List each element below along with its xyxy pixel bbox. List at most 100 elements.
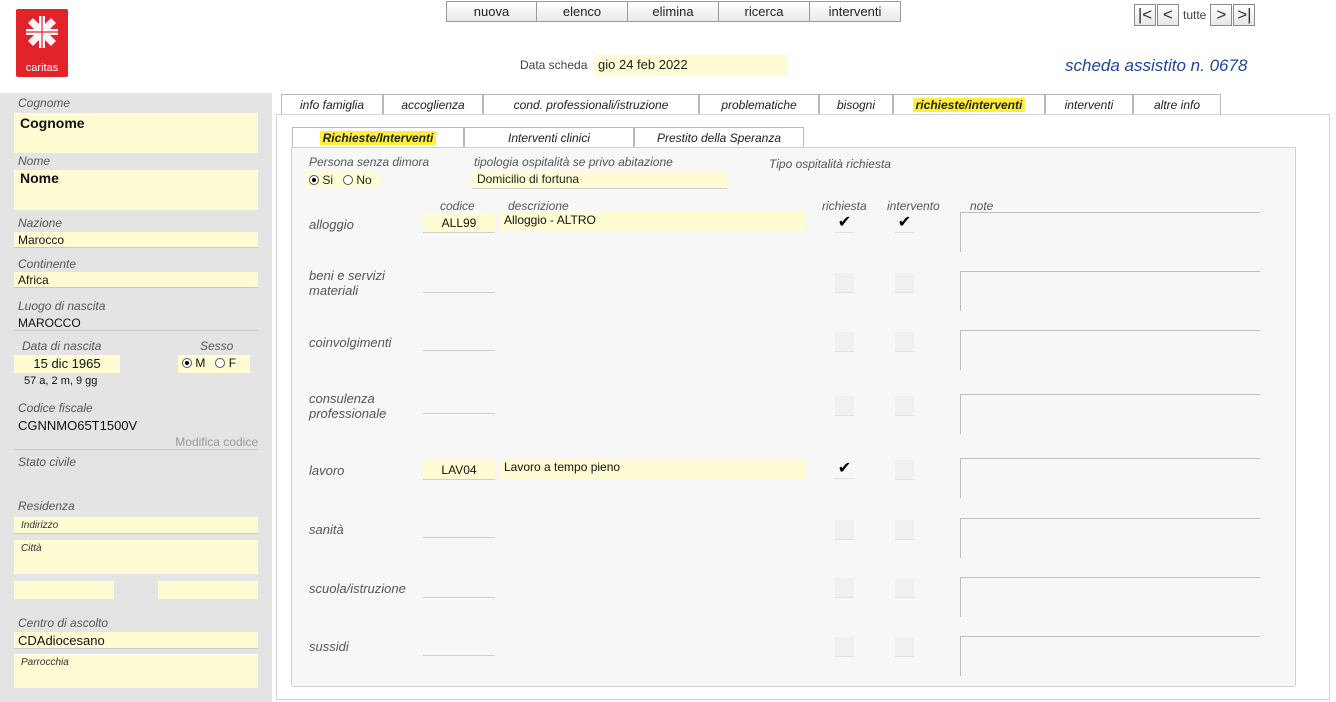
senza-dimora-no-radio[interactable] — [343, 175, 354, 185]
prev-record-button[interactable]: < — [1157, 4, 1179, 26]
ricerca-button[interactable]: ricerca — [719, 1, 810, 22]
caritas-cross-icon — [26, 16, 58, 48]
note-scuola-field[interactable] — [960, 577, 1260, 617]
subtab-interventi-clinici[interactable]: Interventi clinici — [464, 127, 634, 148]
nav-label: tutte — [1183, 8, 1207, 22]
senza-dimora-si-radio[interactable] — [309, 175, 319, 185]
eta-value: 57 a, 2 m, 9 gg — [24, 375, 98, 387]
caritas-logo: caritas — [16, 9, 68, 77]
centro-ascolto-label: Centro di ascolto — [18, 616, 109, 630]
codice-scuola-field[interactable] — [423, 578, 495, 598]
richiesta-beni-checkbox[interactable] — [835, 273, 854, 293]
nuova-button[interactable]: nuova — [446, 1, 537, 22]
codice-lavoro-field[interactable]: LAV04 — [423, 460, 495, 480]
tab-bisogni[interactable]: bisogni — [819, 94, 893, 115]
note-sussidi-field[interactable] — [960, 636, 1260, 676]
row-label-sussidi: sussidi — [309, 639, 349, 654]
codice-sanita-field[interactable] — [423, 518, 495, 538]
parrocchia-field[interactable]: Parrocchia — [14, 654, 258, 688]
codice-consulenza-field[interactable] — [423, 394, 495, 414]
provincia-field[interactable] — [158, 581, 258, 599]
intervento-scuola-checkbox[interactable] — [895, 578, 914, 598]
sesso-m-label: M — [195, 356, 206, 370]
cap-field[interactable] — [14, 581, 114, 599]
tab-accoglienza[interactable]: accoglienza — [383, 94, 483, 115]
tab-label: richieste/interventi — [912, 98, 1026, 112]
codice-beni-field[interactable] — [423, 273, 495, 293]
intervento-consulenza-checkbox[interactable] — [895, 396, 914, 416]
continente-field[interactable]: Africa — [14, 272, 258, 288]
sub-tabs: Richieste/Interventi Interventi clinici … — [292, 127, 804, 148]
tab-label: cond. professionali/istruzione — [513, 98, 669, 112]
note-alloggio-field[interactable] — [960, 212, 1260, 252]
intervento-sanita-checkbox[interactable] — [895, 520, 914, 540]
row-label-consulenza: consulenza professionale — [309, 391, 387, 421]
row-label-lavoro: lavoro — [309, 463, 345, 478]
first-record-button[interactable]: |< — [1134, 4, 1156, 26]
tab-interventi[interactable]: interventi — [1045, 94, 1133, 115]
elenco-button[interactable]: elenco — [537, 1, 628, 22]
record-navigation: |< < tutte > >| — [1134, 4, 1256, 26]
codice-alloggio-field[interactable]: ALL99 — [423, 213, 495, 233]
note-sanita-field[interactable] — [960, 518, 1260, 558]
intervento-beni-checkbox[interactable] — [895, 273, 914, 293]
codice-sussidi-field[interactable] — [423, 636, 495, 656]
elimina-button[interactable]: elimina — [628, 1, 719, 22]
modifica-codice-link[interactable]: Modifica codice — [14, 435, 258, 450]
richiesta-sussidi-checkbox[interactable] — [835, 637, 854, 657]
col-descrizione-header: descrizione — [508, 199, 569, 213]
cognome-label: Cognome — [18, 96, 71, 110]
tipologia-field[interactable]: Domicilio di fortuna — [472, 171, 727, 189]
richiesta-lavoro-checkbox[interactable]: ✔ — [835, 459, 854, 479]
nome-field[interactable]: Nome — [14, 170, 258, 210]
col-richiesta-header: richiesta — [822, 199, 867, 213]
cognome-field[interactable]: Cognome — [14, 113, 258, 153]
data-nascita-label: Data di nascita — [22, 339, 102, 353]
note-consulenza-field[interactable] — [960, 394, 1260, 434]
nome-label: Nome — [18, 154, 51, 168]
tab-cond-professionali[interactable]: cond. professionali/istruzione — [483, 94, 699, 115]
centro-ascolto-field[interactable]: CDAdiocesano — [14, 632, 258, 649]
top-toolbar: nuova elenco elimina ricerca interventi — [446, 1, 901, 22]
intervento-alloggio-checkbox[interactable]: ✔ — [895, 213, 914, 233]
interventi-button[interactable]: interventi — [810, 1, 901, 22]
data-scheda-field[interactable]: gio 24 feb 2022 — [594, 55, 788, 76]
intervento-sussidi-checkbox[interactable] — [895, 637, 914, 657]
richiesta-scuola-checkbox[interactable] — [835, 578, 854, 598]
note-lavoro-field[interactable] — [960, 458, 1260, 498]
subtab-richieste-interventi[interactable]: Richieste/Interventi — [292, 127, 464, 148]
nazione-field[interactable]: Marocco — [14, 232, 258, 248]
sesso-f-radio[interactable] — [215, 358, 226, 368]
richiesta-consulenza-checkbox[interactable] — [835, 396, 854, 416]
indirizzo-field[interactable]: Indirizzo — [14, 517, 258, 534]
descrizione-lavoro-field[interactable]: Lavoro a tempo pieno — [500, 459, 806, 479]
row-label-sanita: sanità — [309, 522, 344, 537]
luogo-nascita-field[interactable]: MAROCCO — [14, 315, 258, 331]
richiesta-alloggio-checkbox[interactable]: ✔ — [835, 213, 854, 233]
codice-fiscale-label: Codice fiscale — [18, 401, 93, 415]
col-codice-header: codice — [440, 199, 475, 213]
tab-richieste-interventi[interactable]: richieste/interventi — [893, 94, 1045, 115]
last-record-button[interactable]: >| — [1233, 4, 1256, 26]
note-coinvolgimenti-field[interactable] — [960, 330, 1260, 370]
data-nascita-field[interactable]: 15 dic 1965 — [14, 355, 120, 373]
note-beni-field[interactable] — [960, 271, 1260, 311]
citta-field[interactable]: Città — [14, 540, 258, 574]
codice-coinvolgimenti-field[interactable] — [423, 331, 495, 351]
tipo-richiesta-label: Tipo ospitalità richiesta — [769, 157, 891, 171]
richiesta-sanita-checkbox[interactable] — [835, 520, 854, 540]
sesso-m-radio[interactable] — [182, 358, 192, 368]
tab-label: problematiche — [721, 98, 797, 112]
tab-info-famiglia[interactable]: info famiglia — [281, 94, 383, 115]
subtab-prestito-speranza[interactable]: Prestito della Speranza — [634, 127, 804, 148]
intervento-coinvolgimenti-checkbox[interactable] — [895, 332, 914, 352]
tab-altre-info[interactable]: altre info — [1133, 94, 1221, 115]
tab-problematiche[interactable]: problematiche — [699, 94, 819, 115]
next-record-button[interactable]: > — [1210, 4, 1233, 26]
intervento-lavoro-checkbox[interactable] — [895, 460, 914, 480]
richiesta-coinvolgimenti-checkbox[interactable] — [835, 332, 854, 352]
main-tabs: info famiglia accoglienza cond. professi… — [281, 94, 1221, 115]
codice-fiscale-field[interactable]: CGNNMO65T1500V — [18, 418, 137, 433]
descrizione-alloggio-field[interactable]: Alloggio - ALTRO — [500, 212, 806, 232]
person-panel: Cognome Cognome Nome Nome Nazione Marocc… — [0, 93, 272, 702]
